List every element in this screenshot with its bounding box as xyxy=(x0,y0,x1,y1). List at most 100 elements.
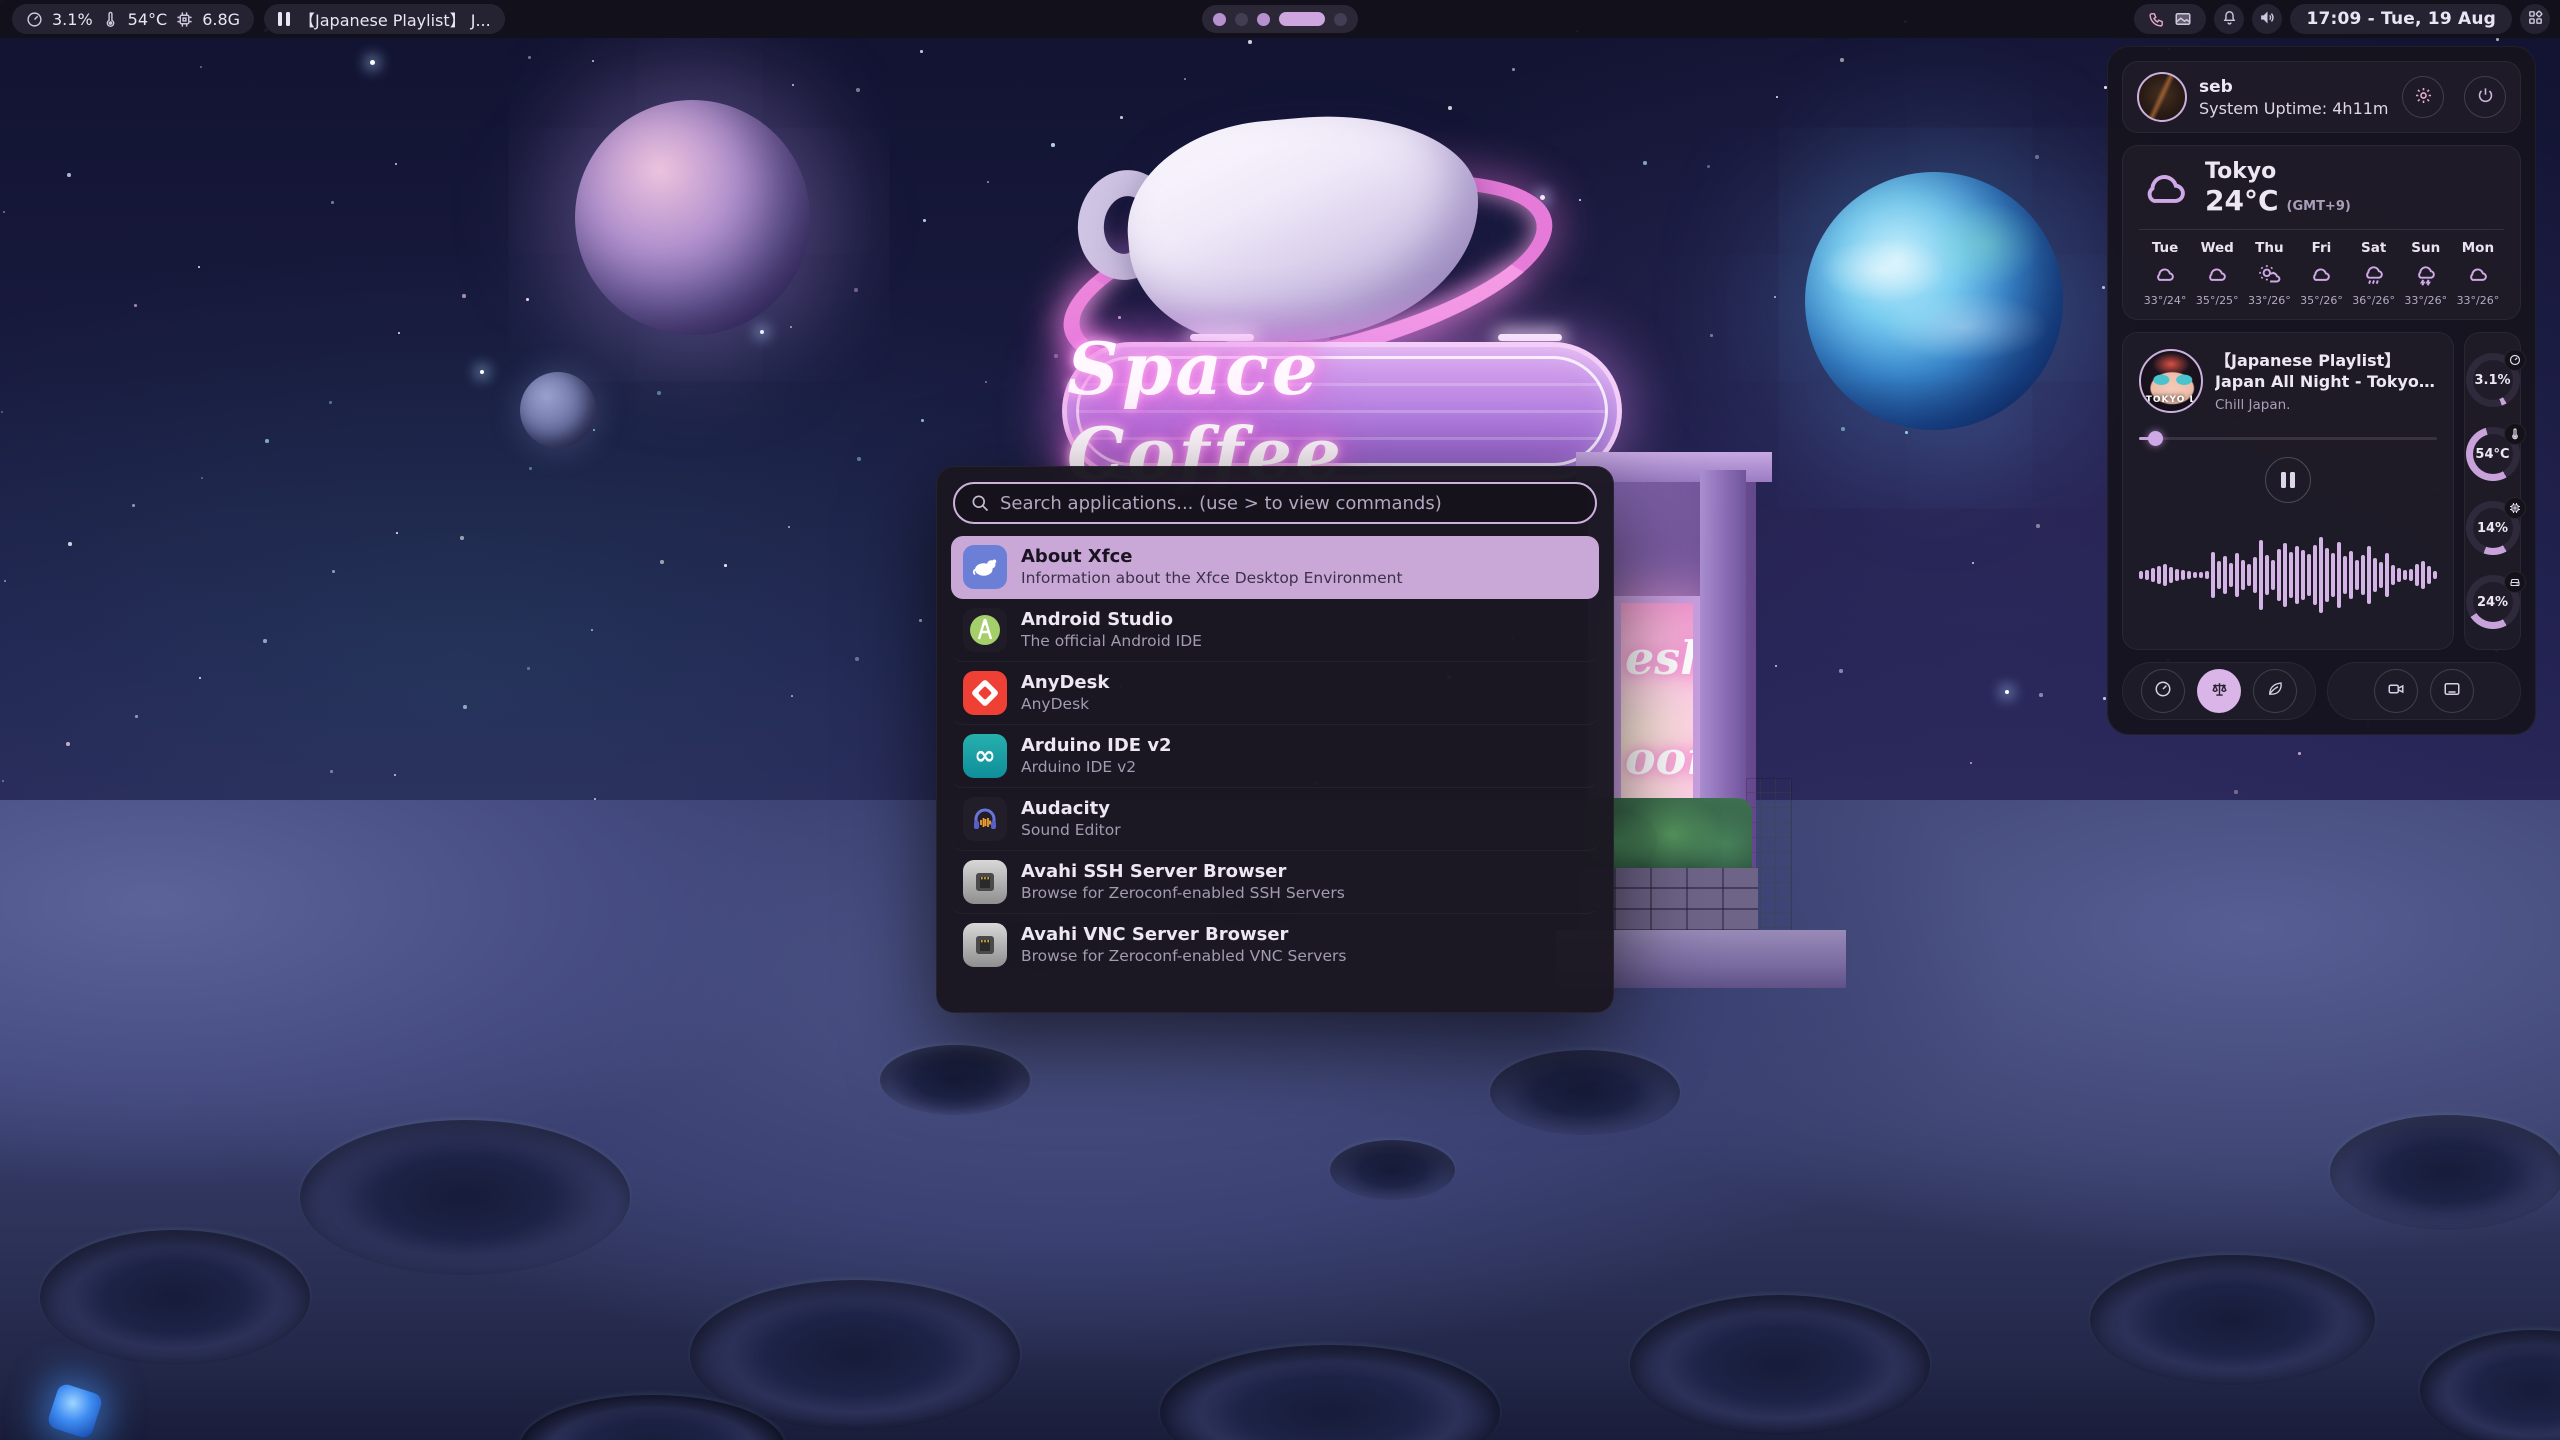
visualizer-bar xyxy=(2205,571,2209,579)
weather-temperature: 24°C xyxy=(2205,184,2279,217)
visualizer-bar xyxy=(2355,560,2359,590)
visualizer-bar xyxy=(2223,556,2227,594)
clock-label: 17:09 - Tue, 19 Aug xyxy=(2306,9,2496,29)
track-title: 【Japanese Playlist】 Japan All Night - To… xyxy=(2215,350,2437,393)
search-input[interactable] xyxy=(1000,493,1580,514)
seek-bar[interactable] xyxy=(2139,431,2437,445)
speedometer-icon xyxy=(26,11,43,28)
play-pause-button[interactable] xyxy=(2265,457,2311,503)
visualizer-bar xyxy=(2193,572,2197,578)
workspace-dot-3[interactable] xyxy=(1257,13,1270,26)
network-port-icon xyxy=(963,860,1007,904)
result-row-avahi-ssh[interactable]: Avahi SSH Server Browser Browse for Zero… xyxy=(951,851,1599,914)
result-row-android-studio[interactable]: Android Studio The official Android IDE xyxy=(951,599,1599,662)
visualizer-bar xyxy=(2433,571,2437,579)
video-camera-icon xyxy=(2387,680,2405,702)
speedometer-icon xyxy=(2154,680,2172,702)
now-playing-pill[interactable]: 【Japanese Playlist】 J... xyxy=(264,4,505,34)
bell-icon xyxy=(2221,9,2238,30)
speaker-icon xyxy=(2259,9,2276,30)
workspace-dot-5[interactable] xyxy=(1334,13,1347,26)
result-row-audacity[interactable]: Audacity Sound Editor xyxy=(951,788,1599,851)
forecast-day: Wed 35°/25° xyxy=(2191,240,2243,307)
cloud-icon xyxy=(2152,262,2178,288)
result-row-avahi-vnc[interactable]: Avahi VNC Server Browser Browse for Zero… xyxy=(951,914,1599,976)
visualizer-bar xyxy=(2229,563,2233,587)
phone-icon[interactable] xyxy=(2148,11,2165,28)
visualizer-bar xyxy=(2277,549,2281,601)
music-player-card: TOKYO L 【Japanese Playlist】 Japan All Ni… xyxy=(2122,332,2454,650)
forecast-day: Mon 33°/26° xyxy=(2452,240,2504,307)
result-row-anydesk[interactable]: AnyDesk AnyDesk xyxy=(951,662,1599,725)
visualizer-bar xyxy=(2427,566,2431,584)
system-stats-pill[interactable]: 3.1% 54°C 6.8G xyxy=(12,4,254,34)
pause-icon xyxy=(278,12,290,26)
cloud-icon xyxy=(2204,262,2230,288)
seek-knob[interactable] xyxy=(2148,431,2163,446)
seek-track xyxy=(2139,437,2437,440)
power-profile-group xyxy=(2122,662,2316,720)
temperature-gauge: 54°C xyxy=(2466,427,2520,481)
clock-pill[interactable]: 17:09 - Tue, 19 Aug xyxy=(2290,4,2512,34)
visualizer-bar xyxy=(2397,568,2401,582)
neon-word: oon xyxy=(1625,731,1700,785)
cpu-usage-value: 3.1% xyxy=(52,10,93,29)
capture-group xyxy=(2327,662,2521,720)
now-playing-label: 【Japanese Playlist】 J... xyxy=(299,7,491,31)
workspace-dot-1[interactable] xyxy=(1213,13,1226,26)
visualizer-bar xyxy=(2349,551,2353,599)
forecast-day: Sun 33°/26° xyxy=(2400,240,2452,307)
visualizer-bar xyxy=(2217,561,2221,589)
visualizer-bar xyxy=(2247,564,2251,586)
audacity-icon xyxy=(963,797,1007,841)
user-avatar[interactable] xyxy=(2137,72,2187,122)
volume-button[interactable] xyxy=(2252,4,2282,34)
visualizer-bar xyxy=(2385,553,2389,597)
visualizer-bar xyxy=(2259,540,2263,610)
visualizer-bar xyxy=(2361,555,2365,595)
visualizer-bar xyxy=(2235,553,2239,597)
visualizer-bar xyxy=(2187,571,2191,579)
dashboard-button[interactable] xyxy=(2520,4,2550,34)
powersave-profile-button[interactable] xyxy=(2253,669,2297,713)
power-button[interactable] xyxy=(2464,76,2506,118)
visualizer-bar xyxy=(2379,562,2383,588)
workspace-indicator xyxy=(1202,5,1358,33)
visualizer-bar xyxy=(2337,542,2341,608)
arduino-icon: ∞ xyxy=(963,734,1007,778)
cloud-icon xyxy=(2465,262,2491,288)
sign-text: Space Coffee xyxy=(1067,347,1617,475)
uptime-label: System Uptime: 4h11m xyxy=(2199,99,2390,118)
neon-word: esh xyxy=(1625,631,1700,685)
memory-value: 6.8G xyxy=(202,10,240,29)
chip-icon xyxy=(176,11,193,28)
cloud-icon xyxy=(2308,262,2334,288)
result-row-arduino[interactable]: ∞ Arduino IDE v2 Arduino IDE v2 xyxy=(951,725,1599,788)
speedometer-icon xyxy=(2504,349,2526,371)
settings-button[interactable] xyxy=(2402,76,2444,118)
forecast-day: Tue 33°/24° xyxy=(2139,240,2191,307)
disk-icon xyxy=(2504,571,2526,593)
rain-icon xyxy=(2361,262,2387,288)
tray-pill xyxy=(2134,4,2206,34)
storm-icon xyxy=(2413,262,2439,288)
visualizer-bar xyxy=(2325,548,2329,602)
screenshot-button[interactable] xyxy=(2430,669,2474,713)
visualizer-bar xyxy=(2289,552,2293,598)
forecast-day: Sat 36°/26° xyxy=(2348,240,2400,307)
balanced-profile-button[interactable] xyxy=(2197,669,2241,713)
visualizer-bar xyxy=(2307,554,2311,596)
xfce-mouse-icon xyxy=(963,545,1007,589)
wallpaper-icon[interactable] xyxy=(2174,10,2192,28)
cloud-icon xyxy=(2139,163,2191,215)
album-art: TOKYO L xyxy=(2139,349,2203,413)
visualizer-bar xyxy=(2367,546,2371,604)
performance-profile-button[interactable] xyxy=(2141,669,2185,713)
workspace-dot-2[interactable] xyxy=(1235,13,1248,26)
screen-record-button[interactable] xyxy=(2374,669,2418,713)
workspace-dot-4-active[interactable] xyxy=(1279,12,1325,26)
search-bar[interactable] xyxy=(953,482,1597,524)
result-row-about-xfce[interactable]: About Xfce Information about the Xfce De… xyxy=(951,536,1599,599)
track-artist: Chill Japan. xyxy=(2215,397,2437,413)
notifications-button[interactable] xyxy=(2214,4,2244,34)
